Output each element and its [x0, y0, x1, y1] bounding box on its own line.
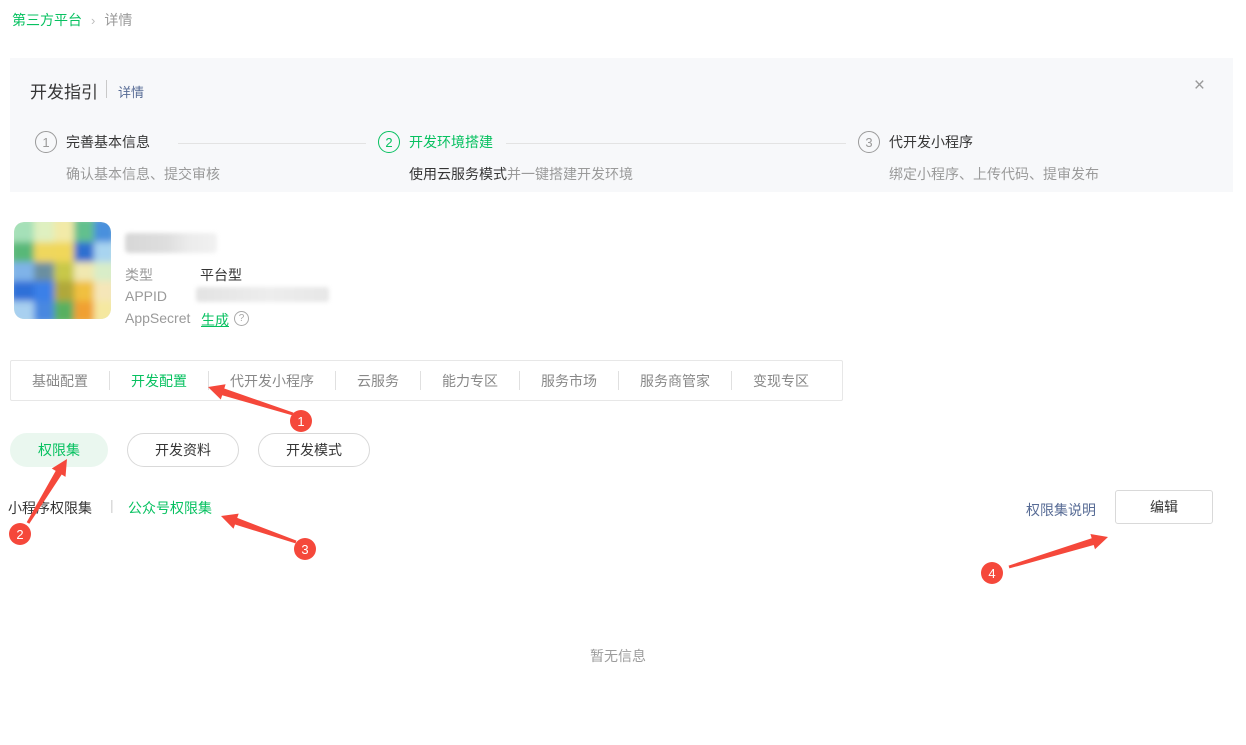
step-2-title: 开发环境搭建 [409, 132, 493, 152]
pill-dev-mode[interactable]: 开发模式 [258, 433, 370, 467]
tab-delegated-miniprogram[interactable]: 代开发小程序 [209, 371, 335, 391]
permission-set-doc-link[interactable]: 权限集说明 [1026, 500, 1096, 520]
edit-button[interactable]: 编辑 [1115, 490, 1213, 524]
guide-step-3: 3 代开发小程序 绑定小程序、上传代码、提审发布 [858, 130, 1099, 184]
step-2-desc-strong: 使用云服务模式 [409, 166, 507, 182]
annotation-circle-2: 2 [9, 523, 31, 545]
step-2-desc: 使用云服务模式并一键搭建开发环境 [409, 164, 633, 184]
appsecret-label: AppSecret [125, 310, 190, 326]
tab-capability-zone[interactable]: 能力专区 [421, 371, 519, 391]
app-name-redacted [125, 233, 217, 253]
step-2-desc-rest: 并一键搭建开发环境 [507, 166, 633, 182]
tab-basic-config[interactable]: 基础配置 [11, 371, 109, 391]
breadcrumb-current: 详情 [104, 10, 132, 30]
banner-title: 开发指引 [30, 78, 98, 103]
guide-step-1: 1 完善基本信息 确认基本信息、提交审核 [35, 130, 220, 184]
app-avatar [14, 222, 111, 319]
breadcrumb-link-third-party-platform[interactable]: 第三方平台 [12, 10, 82, 30]
pill-permission-set[interactable]: 权限集 [10, 433, 108, 467]
pill-dev-materials[interactable]: 开发资料 [127, 433, 239, 467]
appid-label: APPID [125, 288, 167, 304]
appid-value-redacted [196, 287, 329, 302]
tab-cloud-service[interactable]: 云服务 [336, 371, 420, 391]
step-3-desc: 绑定小程序、上传代码、提审发布 [889, 164, 1099, 184]
dev-guide-banner: 开发指引 详情 × 1 完善基本信息 确认基本信息、提交审核 2 开发环境搭建 … [10, 58, 1233, 192]
config-tabs: 基础配置 开发配置 代开发小程序 云服务 能力专区 服务市场 服务商管家 变现专… [10, 360, 843, 401]
tab-dev-config[interactable]: 开发配置 [110, 371, 208, 391]
step-connector [178, 143, 366, 144]
empty-state-text: 暂无信息 [590, 646, 646, 666]
subtab-miniprogram-permission-set[interactable]: 小程序权限集 [8, 498, 92, 518]
generate-appsecret-link[interactable]: 生成 [201, 310, 229, 330]
help-question-icon[interactable]: ? [234, 311, 249, 326]
step-1-desc: 确认基本信息、提交审核 [66, 164, 220, 184]
dev-config-pills: 权限集 开发资料 开发模式 [10, 433, 370, 467]
guide-detail-link[interactable]: 详情 [118, 82, 144, 101]
step-connector [506, 143, 846, 144]
page: 第三方平台 › 详情 开发指引 详情 × 1 完善基本信息 确认基本信息、提交审… [0, 0, 1246, 745]
tab-monetization-zone[interactable]: 变现专区 [732, 371, 830, 391]
step-2-number: 2 [378, 131, 400, 153]
guide-step-2: 2 开发环境搭建 使用云服务模式并一键搭建开发环境 [378, 130, 633, 184]
app-type-label: 类型 [125, 265, 153, 285]
close-icon[interactable]: × [1194, 76, 1205, 95]
subtab-official-account-permission-set[interactable]: 公众号权限集 [128, 498, 212, 518]
chevron-right-icon: › [91, 13, 95, 28]
annotation-circle-3: 3 [294, 538, 316, 560]
app-type-value: 平台型 [200, 265, 242, 285]
step-1-number: 1 [35, 131, 57, 153]
step-1-title: 完善基本信息 [66, 132, 150, 152]
annotation-circle-4: 4 [981, 562, 1003, 584]
breadcrumb: 第三方平台 › 详情 [12, 10, 132, 30]
tab-service-provider-assistant[interactable]: 服务商管家 [619, 371, 731, 391]
divider [106, 80, 107, 98]
step-3-title: 代开发小程序 [889, 132, 973, 152]
divider: | [110, 497, 114, 513]
annotation-circle-1: 1 [290, 410, 312, 432]
step-3-number: 3 [858, 131, 880, 153]
tab-service-market[interactable]: 服务市场 [520, 371, 618, 391]
